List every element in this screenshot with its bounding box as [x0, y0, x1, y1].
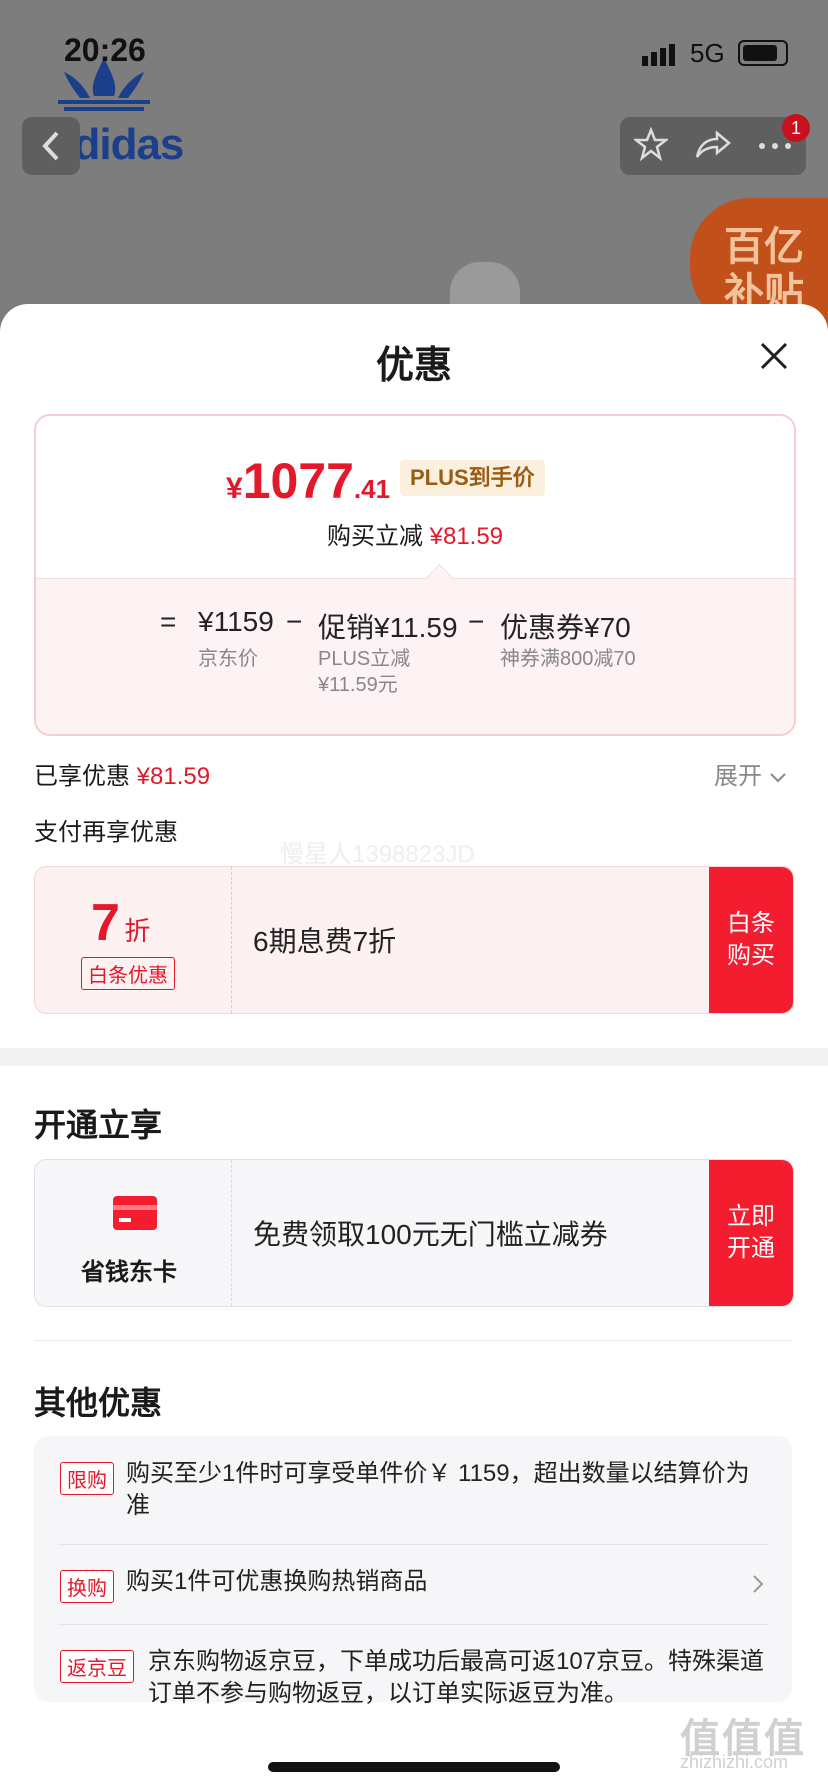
site-watermark-url: zhizhizhi.com: [680, 1752, 789, 1772]
button-line1: 立即: [727, 1203, 775, 1230]
user-watermark: 慢星人1398823JD: [280, 841, 475, 868]
exchange-text: 购买1件可优惠换购热销商品: [126, 1568, 428, 1595]
more-icon[interactable]: [758, 137, 792, 155]
discount-unit: 折: [124, 916, 151, 946]
price-card: ¥1077.41 PLUS到手价 购买立减 ¥81.59 = ¥1159 京东价…: [34, 414, 796, 736]
row-divider: [58, 1624, 768, 1625]
star-icon[interactable]: [632, 126, 670, 166]
baitiao-tag: 白条优惠: [81, 957, 175, 990]
divider: [34, 1340, 792, 1341]
baitiao-offer[interactable]: 7 折 白条优惠 6期息费7折 白条购买: [34, 866, 794, 1014]
battery-icon: [738, 40, 788, 66]
home-indicator[interactable]: [268, 1762, 560, 1772]
jingdou-text: 京东购物返京豆，下单成功后最高可返107京豆。特殊渠道订单不参与购物返豆，以订单…: [148, 1648, 765, 1707]
card-offer[interactable]: 省钱东卡 免费领取100元无门槛立减券 立即开通: [34, 1159, 794, 1307]
minus-sign-1: −: [286, 606, 303, 637]
reduce-amount: ¥81.59: [429, 523, 504, 550]
minus-sign-2: −: [468, 606, 485, 637]
pay-section-title: 支付再享优惠: [34, 819, 178, 846]
button-line2: 购买: [727, 942, 775, 969]
enjoyed-label: 已享优惠: [34, 763, 130, 790]
card-name: 省钱东卡: [81, 1259, 177, 1286]
chevron-left-icon: [42, 131, 59, 161]
reduce-line: 购买立减 ¥81.59: [36, 516, 794, 551]
exchange-tag: 换购: [60, 1570, 114, 1603]
equals-sign: =: [160, 606, 177, 637]
enjoyed-amount: ¥81.59: [136, 763, 211, 790]
network-type: 5G: [690, 38, 725, 68]
discount-sheet: 优惠 ¥1077.41 PLUS到手价 购买立减 ¥81.59 = ¥1159 …: [0, 304, 828, 1792]
row-divider: [58, 1544, 768, 1545]
card-icon: [113, 1196, 157, 1235]
sheet-title: 优惠: [375, 345, 452, 387]
share-icon[interactable]: [695, 129, 731, 164]
close-button[interactable]: [754, 336, 794, 376]
price-breakdown-panel: [36, 578, 794, 734]
coupon-amount: 优惠券¥70: [500, 612, 631, 643]
plus-price-tag: PLUS到手价: [400, 460, 545, 496]
base-price: ¥1159: [198, 606, 274, 637]
promo-amount: 促销¥11.59: [318, 612, 458, 643]
notification-badge: 1: [782, 114, 810, 142]
close-icon: [760, 342, 788, 370]
open-now-button[interactable]: 立即 开通: [709, 1160, 793, 1306]
list-item-exchange[interactable]: 换购 购买1件可优惠换购热销商品: [34, 1546, 792, 1622]
chevron-down-icon: [769, 773, 786, 783]
coupon-sub: 神券满800减70: [500, 648, 636, 670]
chevron-right-icon: [753, 1575, 764, 1593]
expand-toggle[interactable]: 展开: [714, 756, 787, 791]
section-separator: [0, 1048, 828, 1066]
status-time: 20:26: [64, 32, 146, 68]
discount-number: 7: [91, 894, 120, 952]
other-section-title: 其他优惠: [34, 1385, 163, 1421]
list-item-jingdou: 返京豆 京东购物返京豆，下单成功后最高可返107京豆。特殊渠道订单不参与购物返豆…: [34, 1626, 792, 1707]
jingdou-tag: 返京豆: [60, 1650, 134, 1683]
baitiao-desc: 6期息费7折: [253, 926, 397, 957]
other-offers-list: 限购 购买至少1件时可享受单件价￥ 1159，超出数量以结算价为准 换购 购买1…: [34, 1436, 792, 1707]
back-button[interactable]: [22, 117, 80, 175]
limit-text: 购买至少1件时可享受单件价￥ 1159，超出数量以结算价为准: [126, 1460, 750, 1519]
limit-tag: 限购: [60, 1462, 114, 1495]
signal-icon: [642, 42, 678, 71]
button-line1: 白条: [727, 910, 775, 937]
enjoyed-discount: 已享优惠 ¥81.59: [34, 756, 210, 791]
button-line2: 开通: [727, 1235, 775, 1262]
expand-label: 展开: [714, 763, 762, 790]
reduce-label: 购买立减: [326, 523, 423, 550]
baitiao-discount: 7 折: [91, 893, 150, 953]
base-price-label: 京东价: [198, 648, 258, 670]
promo-sub-2: ¥11.59元: [318, 674, 398, 696]
currency-symbol: ¥: [226, 472, 243, 505]
card-left: 省钱东卡: [35, 1160, 232, 1306]
price-integer: 1077: [242, 453, 354, 509]
top-actions-bar: [620, 117, 806, 175]
price-decimal: .41: [353, 474, 391, 504]
card-desc: 免费领取100元无门槛立减券: [253, 1219, 608, 1250]
final-price: ¥1077.41: [226, 452, 390, 510]
open-section-title: 开通立享: [34, 1107, 163, 1143]
baitiao-left: 7 折 白条优惠: [35, 867, 232, 1013]
list-item-limit: 限购 购买至少1件时可享受单件价￥ 1159，超出数量以结算价为准: [34, 1436, 792, 1542]
promo-sub-1: PLUS立减: [318, 648, 411, 670]
baitiao-buy-button[interactable]: 白条 购买: [709, 867, 793, 1013]
